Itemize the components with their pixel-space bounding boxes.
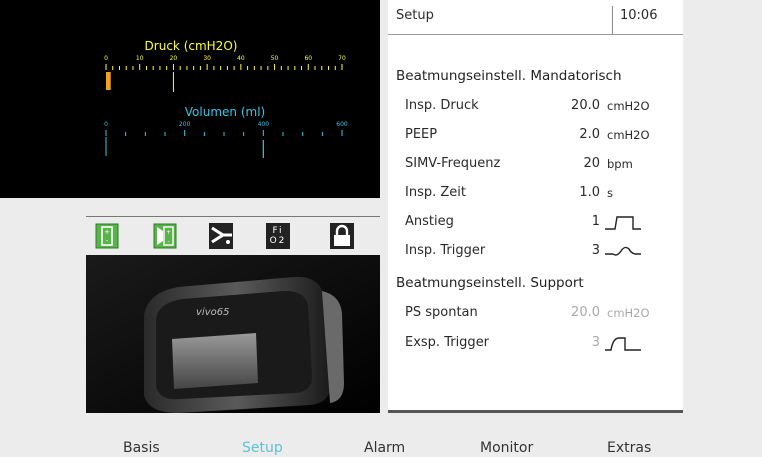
volume-tick-label: 400 [257,121,270,128]
setting-unit: cmH2O [607,128,650,142]
fio2-icon[interactable]: Fi O2 [266,223,290,249]
screen-title: Setup [396,8,434,23]
patient-circuit-icon[interactable] [209,223,233,249]
setting-label: Exsp. Trigger [405,335,490,350]
setting-row-insp-druck[interactable]: Insp. Druck 20.0 cmH2O [388,94,683,118]
exp-trigger-waveform-icon [605,337,641,351]
setting-unit: s [607,186,613,200]
gauge-panel: Druck (cmH2O) 0 10 20 30 40 50 60 70 Volumen (m… [0,0,380,198]
battery-internal-icon[interactable]: + - [95,223,119,249]
volume-tick-label: 600 [336,121,348,128]
svg-text:+: + [104,228,110,236]
settings-panel: Setup 10:06 Beatmungseinstell. Mandatori… [388,0,683,413]
clock: 10:06 [620,8,658,23]
setting-row-exsp-trigger[interactable]: Exsp. Trigger 3 [388,331,683,355]
tab-alarm[interactable]: Alarm [364,440,405,456]
tab-monitor[interactable]: Monitor [480,440,533,456]
setting-row-simv-frequenz[interactable]: SIMV-Frequenz 20 bpm [388,152,683,176]
setting-value: 3 [591,243,600,258]
lock-icon[interactable] [330,223,354,249]
pressure-bar [106,72,111,90]
setting-value: 20 [583,156,600,171]
support-section-title: Beatmungseinstell. Support [396,275,584,291]
status-icon-strip: + - + - Fi O2 [86,216,380,254]
fio2-label: Fi O2 [269,226,287,246]
setting-value: 20.0 [571,305,600,320]
battery-click-in-icon[interactable]: + - [153,223,177,249]
setting-value: 1.0 [579,185,600,200]
setting-label: Anstieg [405,214,454,229]
setting-row-ps-spontan[interactable]: PS spontan 20.0 cmH2O [388,301,683,325]
device-image: vivo65 [86,255,380,413]
setting-unit: cmH2O [607,99,650,113]
setting-label: SIMV-Frequenz [405,156,501,171]
rise-waveform-icon [605,216,641,230]
setting-row-peep[interactable]: PEEP 2.0 cmH2O [388,123,683,147]
setting-label: Insp. Zeit [405,185,466,200]
setting-label: Insp. Trigger [405,243,486,258]
mandatory-section-title: Beatmungseinstell. Mandatorisch [396,68,622,84]
svg-text:-: - [167,238,169,245]
svg-text:+: + [166,229,171,236]
setting-value: 3 [591,335,600,350]
setting-label: PEEP [405,127,438,142]
setting-label: PS spontan [405,305,478,320]
setting-value: 20.0 [571,98,600,113]
device-brand-text: vivo65 [196,307,229,318]
panel-bottom-bar [388,410,683,413]
setting-unit: cmH2O [607,306,650,320]
setting-label: Insp. Druck [405,98,479,113]
volume-gauge-title: Volumen (ml) [184,105,266,119]
setting-row-insp-trigger[interactable]: Insp. Trigger 3 [388,239,683,263]
setting-value: 1 [591,214,600,229]
setting-unit: bpm [607,157,633,171]
volume-tick-label: 0 [104,121,108,128]
volume-tick-label: 200 [178,121,191,128]
pressure-scale [105,64,343,158]
setting-row-insp-zeit[interactable]: Insp. Zeit 1.0 s [388,181,683,205]
tab-setup[interactable]: Setup [242,440,283,456]
trigger-waveform-icon [605,246,641,256]
tab-basis[interactable]: Basis [123,440,160,456]
tab-extras[interactable]: Extras [607,440,651,456]
setting-value: 2.0 [579,127,600,142]
setting-row-anstieg[interactable]: Anstieg 1 [388,210,683,234]
